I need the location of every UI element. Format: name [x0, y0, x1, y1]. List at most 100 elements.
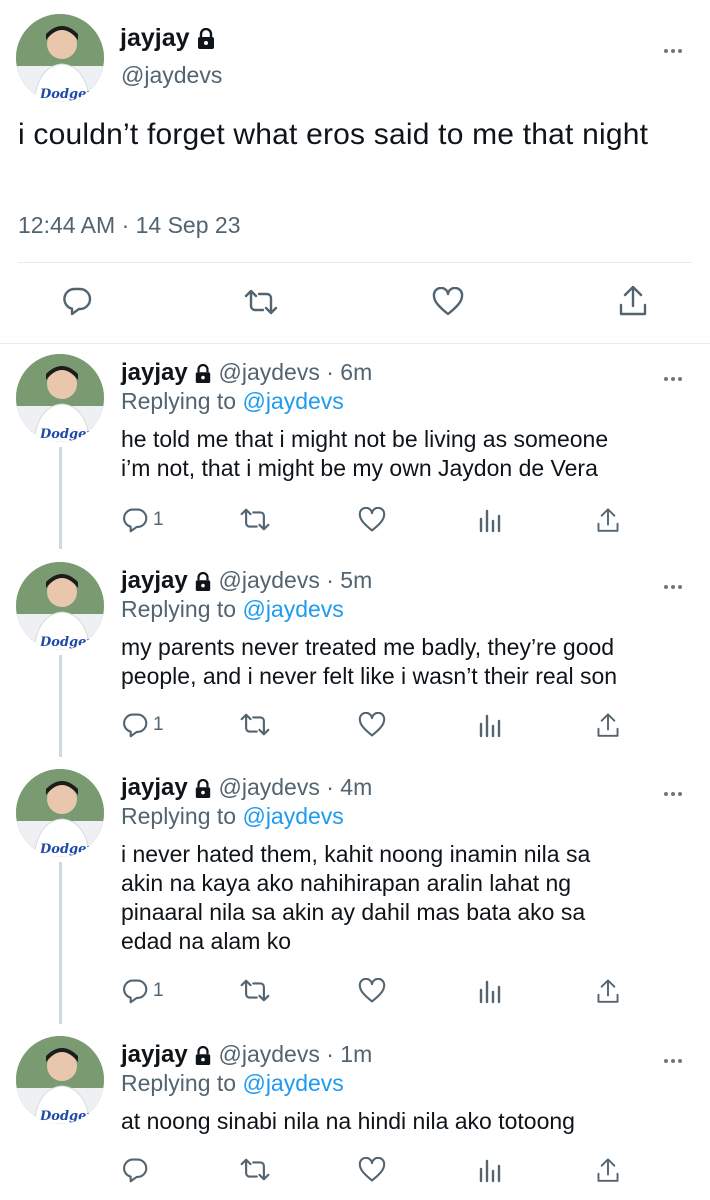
retweet-button[interactable] — [239, 712, 271, 737]
author-handle[interactable]: @jaydevs — [121, 62, 222, 89]
tweet-time[interactable]: · 1m — [326, 1041, 372, 1067]
author-handle[interactable]: @jaydevs — [219, 774, 320, 800]
tweet-text: my parents never treated me badly, they’… — [121, 633, 691, 691]
svg-text:Dodgers: Dodgers — [39, 842, 101, 857]
like-button[interactable] — [432, 287, 464, 317]
retweet-button[interactable] — [239, 1157, 271, 1182]
retweet-button[interactable] — [239, 978, 271, 1003]
tweet-text-line: pinaaral nila sa akin ay dahil mas bata … — [121, 899, 586, 925]
tweet-text-line: he told me that i might not be living as… — [121, 426, 609, 452]
replying-to-label: Replying to — [121, 803, 237, 829]
retweet-icon — [240, 979, 270, 1002]
views-icon — [479, 509, 501, 533]
more-icon[interactable] — [664, 368, 685, 386]
reply-button[interactable] — [61, 286, 93, 316]
author-handle[interactable]: @jaydevs — [219, 1041, 320, 1067]
share-button[interactable] — [596, 712, 620, 739]
retweet-button[interactable] — [243, 288, 279, 316]
lock-icon — [195, 571, 211, 591]
reply-icon — [63, 287, 92, 316]
like-icon — [358, 978, 386, 1003]
reply-button[interactable]: 1 — [121, 507, 164, 533]
share-icon — [597, 1158, 619, 1182]
share-button[interactable] — [596, 507, 620, 534]
author-handle[interactable]: @jaydevs — [219, 359, 320, 385]
share-icon — [597, 508, 619, 532]
author-name[interactable]: jayjay — [121, 359, 188, 386]
share-icon — [597, 713, 619, 737]
more-icon[interactable] — [664, 576, 685, 594]
svg-text:Dodgers: Dodgers — [39, 87, 101, 102]
share-button[interactable] — [596, 978, 620, 1005]
reply-icon — [123, 713, 148, 738]
thread-line — [59, 655, 62, 757]
retweet-icon — [240, 1158, 270, 1181]
avatar[interactable]: Dodgers — [16, 1036, 104, 1124]
tweet-text-line: my parents never treated me badly, they’… — [121, 634, 615, 660]
views-button[interactable] — [478, 507, 502, 533]
lock-icon — [198, 28, 215, 50]
tweet-time[interactable]: · 6m — [326, 359, 372, 385]
avatar[interactable]: Dodgers — [16, 562, 104, 650]
like-button[interactable] — [358, 1157, 386, 1183]
avatar-photo: Dodgers — [16, 562, 104, 650]
reply-count: 1 — [153, 714, 164, 735]
like-icon — [358, 712, 386, 737]
avatar[interactable]: Dodgers — [16, 354, 104, 442]
lock-icon — [195, 1045, 211, 1065]
share-button[interactable] — [618, 284, 648, 318]
avatar-photo: Dodgers — [16, 354, 104, 442]
views-icon — [479, 714, 501, 738]
tweet-time[interactable]: · 5m — [326, 567, 372, 593]
tweet-timestamp[interactable]: 12:44 AM · 14 Sep 23 — [18, 212, 241, 239]
like-button[interactable] — [358, 978, 386, 1004]
like-button[interactable] — [358, 507, 386, 533]
tweet-text-line: i never hated them, kahit noong inamin n… — [121, 841, 591, 867]
author-name[interactable]: jayjay — [121, 567, 188, 594]
share-button[interactable] — [596, 1157, 620, 1184]
thread-line — [59, 447, 62, 549]
share-icon — [619, 285, 647, 316]
retweet-button[interactable] — [239, 507, 271, 532]
divider — [18, 262, 692, 263]
author-handle[interactable]: @jaydevs — [219, 567, 320, 593]
more-icon[interactable] — [664, 40, 685, 58]
views-icon — [479, 980, 501, 1004]
reply-button[interactable] — [121, 1157, 153, 1183]
replying-to-handle[interactable]: @jaydevs — [242, 803, 343, 829]
lock-icon — [195, 363, 211, 383]
tweet-text-line: i’m not, that i might be my own Jaydon d… — [121, 455, 598, 481]
retweet-icon — [240, 508, 270, 531]
tweet-time[interactable]: · 4m — [326, 774, 372, 800]
like-button[interactable] — [358, 712, 386, 738]
reply-button[interactable]: 1 — [121, 712, 164, 738]
reply-icon — [123, 979, 148, 1004]
more-icon[interactable] — [664, 1050, 685, 1068]
author-name[interactable]: jayjay — [121, 1041, 188, 1068]
views-button[interactable] — [478, 978, 502, 1004]
reply-icon — [123, 1158, 148, 1183]
views-button[interactable] — [478, 1157, 502, 1183]
replying-to-handle[interactable]: @jaydevs — [242, 596, 343, 622]
tweet-text: at noong sinabi nila na hindi nila ako t… — [121, 1107, 691, 1136]
reply-icon — [123, 508, 148, 533]
replying-to-handle[interactable]: @jaydevs — [242, 388, 343, 414]
replying-to-handle[interactable]: @jaydevs — [242, 1070, 343, 1096]
author-name[interactable]: jayjay — [121, 774, 188, 801]
views-icon — [479, 1159, 501, 1183]
avatar-photo: Dodgers — [16, 769, 104, 857]
replying-to: Replying to @jaydevs — [121, 803, 344, 830]
tweet-text: he told me that i might not be living as… — [121, 425, 691, 483]
reply-button[interactable]: 1 — [121, 978, 164, 1004]
more-icon[interactable] — [664, 783, 685, 801]
replying-to-label: Replying to — [121, 596, 237, 622]
like-icon — [432, 287, 464, 316]
avatar[interactable]: Dodgers — [16, 14, 104, 102]
avatar[interactable]: Dodgers — [16, 769, 104, 857]
views-button[interactable] — [478, 712, 502, 738]
retweet-icon — [240, 713, 270, 736]
replying-to-label: Replying to — [121, 388, 237, 414]
avatar-photo: Dodgers — [16, 14, 104, 102]
svg-text:Dodgers: Dodgers — [39, 635, 101, 650]
author-name[interactable]: jayjay — [120, 24, 216, 53]
